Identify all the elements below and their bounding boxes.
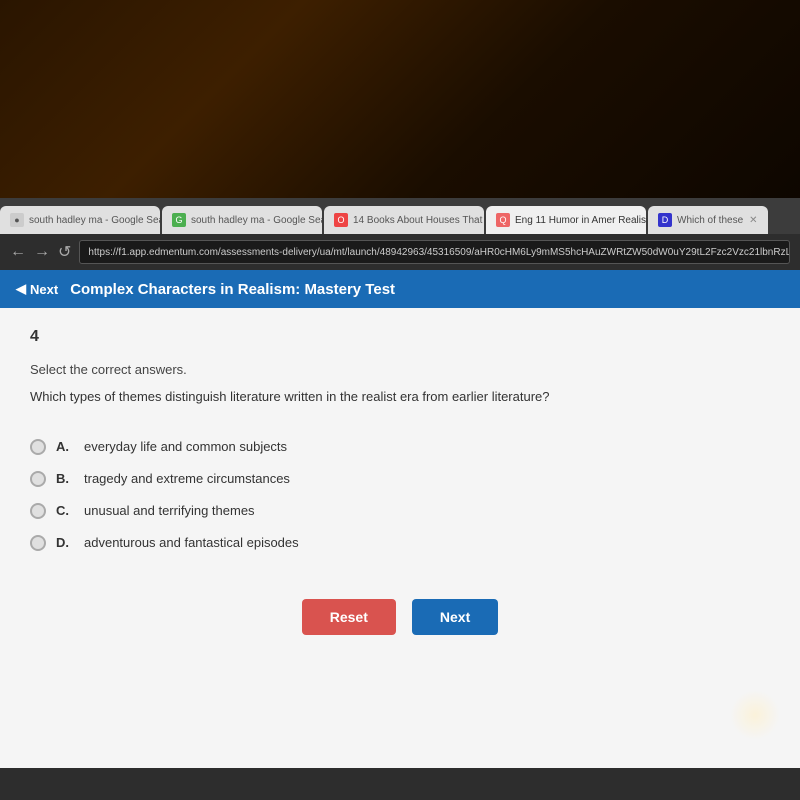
option-d-text: adventurous and fantastical episodes bbox=[84, 535, 299, 550]
tab-realism[interactable]: ● south hadley ma - Google Searc ✕ bbox=[0, 206, 160, 234]
option-a-radio[interactable] bbox=[30, 439, 46, 455]
back-label: Next bbox=[30, 282, 58, 297]
option-d[interactable]: D. adventurous and fantastical episodes bbox=[30, 527, 770, 559]
tab-label-eng11: Eng 11 Humor in Amer Realism bbox=[515, 215, 646, 226]
address-text: https://f1.app.edmentum.com/assessments-… bbox=[88, 247, 790, 258]
tab-favicon-books: O bbox=[334, 213, 348, 227]
tab-label-google: south hadley ma - Google Searc bbox=[191, 215, 322, 226]
corner-light bbox=[730, 690, 780, 740]
tab-books[interactable]: O 14 Books About Houses That Ar ✕ bbox=[324, 206, 484, 234]
tab-favicon-which: D bbox=[658, 213, 672, 227]
tab-favicon-realism: ● bbox=[10, 213, 24, 227]
reset-button[interactable]: Reset bbox=[302, 599, 396, 635]
option-a-text: everyday life and common subjects bbox=[84, 439, 287, 454]
browser-forward-button[interactable]: → bbox=[34, 243, 50, 261]
option-b[interactable]: B. tragedy and extreme circumstances bbox=[30, 463, 770, 495]
options-list: A. everyday life and common subjects B. … bbox=[30, 431, 770, 559]
tab-label-realism: south hadley ma - Google Searc bbox=[29, 215, 160, 226]
tab-label-books: 14 Books About Houses That Ar bbox=[353, 215, 484, 226]
option-b-radio[interactable] bbox=[30, 471, 46, 487]
option-c-letter: C. bbox=[56, 503, 74, 518]
question-number: 4 bbox=[30, 328, 770, 346]
tab-favicon-google: G bbox=[172, 213, 186, 227]
back-icon: ◀ bbox=[16, 281, 26, 297]
option-d-letter: D. bbox=[56, 535, 74, 550]
tab-favicon-eng11: Q bbox=[496, 213, 510, 227]
option-c[interactable]: C. unusual and terrifying themes bbox=[30, 495, 770, 527]
option-b-letter: B. bbox=[56, 471, 74, 486]
buttons-row: Reset Next bbox=[30, 589, 770, 655]
option-a[interactable]: A. everyday life and common subjects bbox=[30, 431, 770, 463]
tab-google[interactable]: G south hadley ma - Google Searc ✕ bbox=[162, 206, 322, 234]
tab-which[interactable]: D Which of these ✕ bbox=[648, 206, 768, 234]
option-c-radio[interactable] bbox=[30, 503, 46, 519]
option-d-radio[interactable] bbox=[30, 535, 46, 551]
room-background bbox=[0, 0, 800, 220]
option-c-text: unusual and terrifying themes bbox=[84, 503, 255, 518]
content-area: 4 Select the correct answers. Which type… bbox=[0, 308, 800, 768]
option-a-letter: A. bbox=[56, 439, 74, 454]
browser-tab-bar: ● south hadley ma - Google Searc ✕ G sou… bbox=[0, 198, 800, 234]
tab-close-which[interactable]: ✕ bbox=[749, 215, 757, 226]
app-header: ◀ Next Complex Characters in Realism: Ma… bbox=[0, 270, 800, 308]
option-b-text: tragedy and extreme circumstances bbox=[84, 471, 290, 486]
browser-refresh-button[interactable]: ↺ bbox=[58, 242, 71, 262]
address-bar: ← → ↺ https://f1.app.edmentum.com/assess… bbox=[0, 234, 800, 270]
question-instruction: Select the correct answers. bbox=[30, 362, 770, 377]
question-text: Which types of themes distinguish litera… bbox=[30, 387, 770, 407]
tab-eng11[interactable]: Q Eng 11 Humor in Amer Realism ✕ bbox=[486, 206, 646, 234]
tab-label-which: Which of these bbox=[677, 215, 743, 226]
next-button[interactable]: Next bbox=[412, 599, 498, 635]
address-input[interactable]: https://f1.app.edmentum.com/assessments-… bbox=[79, 240, 790, 264]
app-title: Complex Characters in Realism: Mastery T… bbox=[70, 281, 395, 298]
browser-back-button[interactable]: ← bbox=[10, 243, 26, 261]
app-back-button[interactable]: ◀ Next bbox=[16, 281, 58, 297]
